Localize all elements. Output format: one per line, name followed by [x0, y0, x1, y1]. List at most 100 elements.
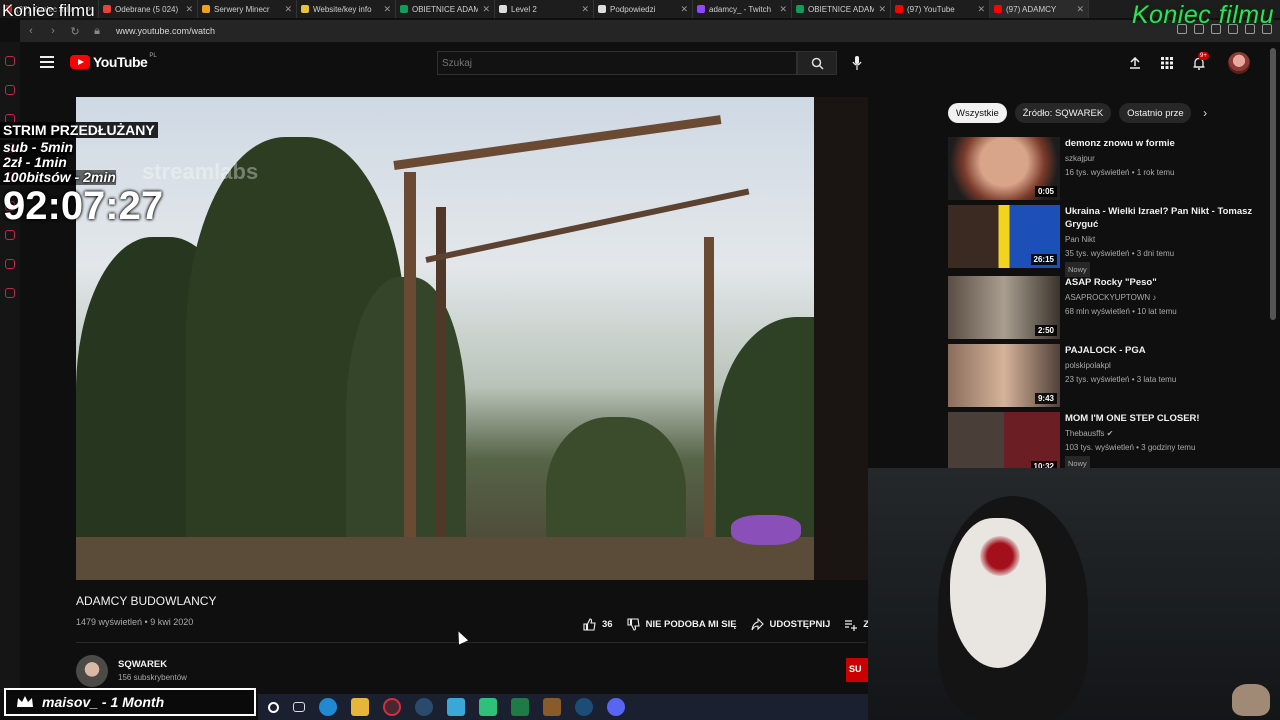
- like-button[interactable]: 36: [583, 618, 613, 631]
- video-player[interactable]: streamlabs: [76, 97, 932, 580]
- browser-tab[interactable]: Podpowiedzi ✕: [594, 0, 693, 18]
- browser-tab[interactable]: Odebrane (5 024) ✕: [99, 0, 198, 18]
- recommendation-title[interactable]: ASAP Rocky "Peso" ASAPROCKYUPTOWN ♪ 68 mln…: [1065, 276, 1265, 318]
- forward-icon[interactable]: ›: [42, 25, 64, 37]
- recommendation-meta: 23 tys. wyświetleń • 3 lata temu: [1065, 375, 1177, 384]
- bag-icon[interactable]: [5, 85, 15, 95]
- notification-count-badge: 9+: [1198, 52, 1209, 60]
- box-icon[interactable]: [5, 259, 15, 269]
- search-input[interactable]: [437, 51, 797, 75]
- channel-avatar[interactable]: [76, 655, 108, 687]
- recommendation-title-text: ASAP Rocky "Peso": [1065, 277, 1157, 288]
- chip-all[interactable]: Wszystkie: [948, 103, 1007, 123]
- tab-favicon-icon: [202, 5, 210, 13]
- youtube-logo[interactable]: YouTube PL: [70, 53, 157, 70]
- history-icon[interactable]: [5, 230, 15, 240]
- back-icon[interactable]: ‹: [20, 25, 42, 37]
- browser-tab[interactable]: OBIETNICE ADAM ✕: [396, 0, 495, 18]
- channel-name[interactable]: SQWAREK: [118, 659, 167, 670]
- close-icon[interactable]: ✕: [878, 4, 886, 15]
- save-button[interactable]: Z: [844, 618, 869, 631]
- like-count: 36: [602, 619, 613, 630]
- tab-favicon-icon: [301, 5, 309, 13]
- chip-source[interactable]: Źródło: SQWAREK: [1014, 103, 1112, 123]
- browser-tab[interactable]: Level 2 ✕: [495, 0, 594, 18]
- edge-icon[interactable]: [319, 698, 337, 716]
- browser-tab[interactable]: adamcy_ - Twitch ✕: [693, 0, 792, 18]
- video-thumbnail[interactable]: 26:15: [948, 205, 1060, 268]
- cat-figure: [1232, 684, 1270, 716]
- recommendation-item[interactable]: 2:50 ASAP Rocky "Peso" ASAPROCKYUPTOWN ♪ 68…: [948, 276, 1268, 342]
- url-field[interactable]: www.youtube.com/watch: [116, 26, 215, 36]
- recommendation-meta: 103 tys. wyświetleń • 3 godziny temu: [1065, 443, 1196, 452]
- video-duration: 0:05: [1034, 186, 1057, 197]
- hamburger-menu-icon[interactable]: [40, 56, 54, 68]
- close-icon[interactable]: ✕: [482, 4, 490, 15]
- close-icon[interactable]: ✕: [383, 4, 391, 15]
- video-thumbnail[interactable]: 0:05: [948, 137, 1060, 200]
- recommendation-title[interactable]: demonz znowu w formie szkajpur 16 tys. wyś…: [1065, 137, 1265, 179]
- recommendation-title[interactable]: Ukraina - Wielki Izrael? Pan Nikt - Toma…: [1065, 205, 1265, 277]
- dislike-button[interactable]: NIE PODOBA MI SIĘ: [627, 618, 737, 631]
- search-circle-icon[interactable]: [268, 701, 279, 713]
- speed-dial-icon[interactable]: [5, 56, 15, 66]
- recommendation-title[interactable]: PAJALOCK - PGA polskipolakpl 23 tys. wyświ…: [1065, 344, 1265, 386]
- video-thumbnail[interactable]: 9:43: [948, 344, 1060, 407]
- task-view-icon[interactable]: [293, 702, 305, 712]
- browser-tab[interactable]: Website/key info ✕: [297, 0, 396, 18]
- close-icon[interactable]: ✕: [284, 4, 292, 15]
- subscribe-button[interactable]: SU: [846, 658, 868, 682]
- browser-tab[interactable]: (97) ADAMCY ✕: [990, 0, 1089, 18]
- close-icon[interactable]: ✕: [581, 4, 589, 15]
- purple-tarp: [731, 515, 801, 545]
- scrollbar[interactable]: [1270, 48, 1276, 320]
- account-avatar[interactable]: [1228, 52, 1250, 74]
- discord-icon[interactable]: [607, 698, 625, 716]
- tab-label: adamcy_ - Twitch: [709, 4, 772, 14]
- close-icon[interactable]: ✕: [1076, 4, 1084, 15]
- video-thumbnail[interactable]: 10:32: [948, 412, 1060, 475]
- chevron-right-icon[interactable]: ›: [1203, 106, 1207, 120]
- minecraft-icon[interactable]: [543, 698, 561, 716]
- subathon-timer: 92:07:27: [3, 184, 164, 228]
- recommendation-item[interactable]: 0:05 demonz znowu w formie szkajpur 16 tys.…: [948, 137, 1268, 203]
- close-icon[interactable]: ✕: [779, 4, 787, 15]
- reload-icon[interactable]: ↻: [64, 25, 86, 38]
- tab-label: Level 2: [511, 4, 537, 14]
- browser-tab[interactable]: OBIETNICE ADAM ✕: [792, 0, 891, 18]
- apps-grid-icon[interactable]: [1160, 56, 1174, 70]
- video-thumbnail[interactable]: 2:50: [948, 276, 1060, 339]
- close-icon[interactable]: ✕: [185, 4, 193, 15]
- steam-icon[interactable]: [575, 698, 593, 716]
- tab-label: OBIETNICE ADAM: [412, 4, 479, 14]
- ccleaner-icon[interactable]: [415, 698, 433, 716]
- file-explorer-icon[interactable]: [351, 698, 369, 716]
- chip-recent[interactable]: Ostatnio prze: [1119, 103, 1192, 123]
- recommendation-item[interactable]: 9:43 PAJALOCK - PGA polskipolakpl 23 tys. w…: [948, 344, 1268, 410]
- sheets-icon[interactable]: [511, 698, 529, 716]
- close-icon[interactable]: ✕: [977, 4, 985, 15]
- close-icon[interactable]: ✕: [680, 4, 688, 15]
- voice-search-button[interactable]: [848, 54, 866, 72]
- recommendation-channel: Pan Nikt: [1065, 235, 1096, 244]
- search-button[interactable]: [797, 51, 837, 75]
- tab-label: (97) ADAMCY: [1006, 4, 1057, 14]
- recommendation-title[interactable]: MOM I'M ONE STEP CLOSER! Thebausffs ✔ 103 …: [1065, 412, 1265, 471]
- tab-favicon-icon: [796, 5, 804, 13]
- wooden-beam: [425, 188, 750, 263]
- app-icon[interactable]: [479, 698, 497, 716]
- browser-tab[interactable]: (97) YouTube ✕: [891, 0, 990, 18]
- browser-tab[interactable]: Serwery Minecr ✕: [198, 0, 297, 18]
- recommendation-item[interactable]: 26:15 Ukraina - Wielki Izrael? Pan Nikt -…: [948, 205, 1268, 277]
- settings-icon[interactable]: [5, 288, 15, 298]
- tab-label: Odebrane (5 024): [115, 4, 179, 14]
- share-icon: [751, 618, 764, 631]
- recommendation-title-text: PAJALOCK - PGA: [1065, 345, 1146, 356]
- notes-icon[interactable]: [447, 698, 465, 716]
- recommendation-channel: polskipolakpl: [1065, 361, 1111, 370]
- opera-icon[interactable]: [383, 698, 401, 716]
- channel-subscribers: 156 subskrybentów: [118, 673, 187, 682]
- upload-icon[interactable]: [1128, 56, 1142, 70]
- video-duration: 26:15: [1030, 254, 1057, 265]
- share-button[interactable]: UDOSTĘPNIJ: [751, 618, 830, 631]
